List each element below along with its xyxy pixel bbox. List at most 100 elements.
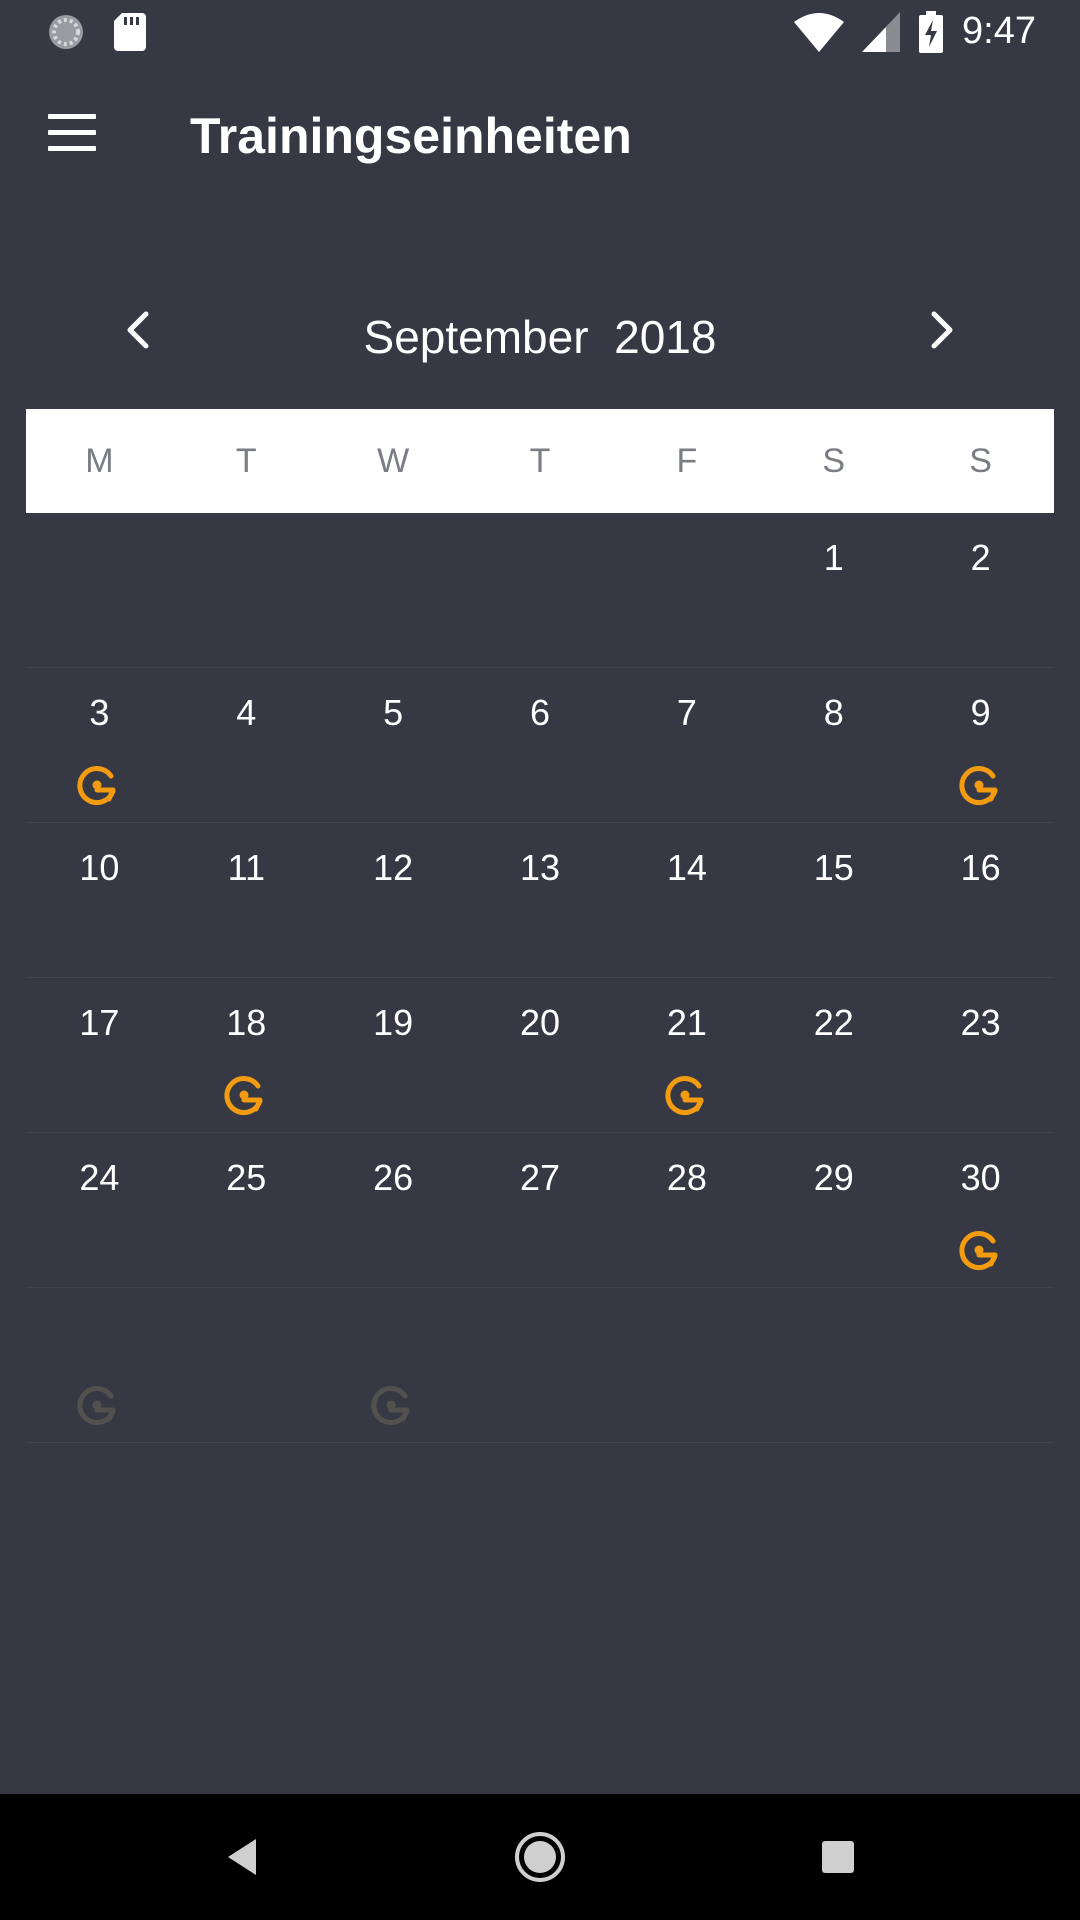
calendar-day-cell[interactable]: 15 [760,823,907,977]
workout-icon [959,1231,998,1270]
day-number: 16 [960,847,1001,888]
day-number: 22 [813,1002,854,1043]
calendar-day-cell [467,1288,614,1442]
calendar-day-cell [760,1288,907,1442]
calendar-day-cell[interactable]: 10 [26,823,173,977]
day-number: 26 [373,1157,414,1198]
calendar-day-cell[interactable]: 16 [907,823,1054,977]
year-label: 2018 [614,311,717,363]
calendar-day-cell[interactable]: 22 [760,978,907,1132]
system-nav-bar [0,1794,1080,1920]
workout-icon [77,766,116,805]
day-number: 29 [813,1157,854,1198]
calendar-week-row: 12 [26,513,1054,668]
calendar-day-cell[interactable]: 30 [907,1133,1054,1287]
calendar-day-cell[interactable]: 12 [320,823,467,977]
calendar-day-cell [173,1288,320,1442]
workout-icon-faded [371,1386,410,1425]
calendar-day-cell[interactable]: 14 [613,823,760,977]
calendar-day-cell[interactable]: 19 [320,978,467,1132]
day-number: 14 [666,847,707,888]
calendar-day-cell[interactable]: 27 [467,1133,614,1287]
calendar-day-cell[interactable]: 20 [467,978,614,1132]
calendar-day-cell[interactable]: 28 [613,1133,760,1287]
calendar-day-cell[interactable]: 26 [320,1133,467,1287]
calendar-week-row: 17 18 19 20 21 22 23 [26,978,1054,1133]
calendar-day-cell[interactable]: 17 [26,978,173,1132]
calendar-day-cell[interactable]: 13 [467,823,614,977]
day-number: 20 [519,1002,561,1043]
chevron-right-icon[interactable] [912,300,972,360]
calendar-day-cell[interactable]: 7 [613,668,760,822]
calendar-day-cell [613,1288,760,1442]
wifi-icon [794,12,845,52]
weekday-label: M [85,442,114,480]
workout-icon [224,1076,263,1115]
calendar-week-row: 3 4 5 6 7 8 9 [26,668,1054,823]
calendar-day-cell[interactable]: 1 [760,513,907,667]
day-number: 11 [227,847,265,888]
day-number: 15 [813,847,854,888]
home-icon[interactable] [512,1829,568,1885]
day-number: 3 [89,692,110,733]
weekday-label: S [822,442,846,480]
weekday-label: S [969,442,992,480]
weekday-header: M T W T F S S [26,409,1054,513]
day-number: 30 [960,1157,1001,1198]
day-number: 8 [823,692,844,733]
calendar-day-cell[interactable]: 18 [173,978,320,1132]
day-number: 12 [373,847,414,888]
calendar-day-cell [26,1288,173,1442]
calendar-day-cell[interactable]: 24 [26,1133,173,1287]
hamburger-menu-icon[interactable] [44,111,100,155]
weekday-label: W [377,442,410,480]
calendar-day-cell[interactable]: 2 [907,513,1054,667]
workout-icon [665,1076,704,1115]
recents-icon[interactable] [810,1829,866,1885]
calendar-day-cell [320,1288,467,1442]
day-number: 25 [226,1157,267,1198]
calendar-day-cell[interactable]: 9 [907,668,1054,822]
calendar-day-cell[interactable]: 8 [760,668,907,822]
day-number: 4 [236,692,257,733]
day-number: 7 [676,692,697,733]
calendar-day-cell[interactable]: 4 [173,668,320,822]
sd-card-icon [114,13,146,51]
day-number: 5 [383,692,404,733]
signal-icon [862,11,901,52]
weekday-label: T [235,442,257,480]
page-title: Trainingseinheiten [190,108,632,164]
day-number: 10 [79,847,120,888]
status-time: 9:47 [962,10,1036,52]
calendar-day-cell[interactable]: 3 [26,668,173,822]
day-number: 1 [823,537,844,578]
day-number: 21 [666,1002,707,1043]
calendar-grid: 1 2 3 4 5 6 7 8 9 10 11 12 13 14 15 16 17 18 19 20 21 22 23 24 2… [26,513,1054,1443]
calendar-day-cell [907,1288,1054,1442]
day-number: 6 [529,692,551,733]
calendar-day-cell[interactable]: 29 [760,1133,907,1287]
day-number: 24 [79,1157,120,1198]
calendar-day-cell [26,513,173,667]
workout-icon-faded [77,1386,116,1425]
weekday-label: T [529,442,551,480]
loading-icon [49,15,83,49]
calendar-week-row [26,1288,1054,1443]
back-icon[interactable] [214,1829,270,1885]
calendar-day-cell[interactable]: 11 [173,823,320,977]
calendar-week-row: 10 11 12 13 14 15 16 [26,823,1054,978]
day-number: 23 [960,1002,1001,1043]
calendar-day-cell [467,513,614,667]
status-bar: 9:47 [0,0,1080,63]
calendar-day-cell[interactable]: 23 [907,978,1054,1132]
calendar-day-cell[interactable]: 6 [467,668,614,822]
app-bar: Trainingseinheiten [0,63,1080,213]
day-number: 18 [226,1002,267,1043]
day-number: 2 [970,537,991,578]
calendar-week-row: 24 25 26 27 28 29 30 [26,1133,1054,1288]
calendar-day-cell[interactable]: 25 [173,1133,320,1287]
weekday-label: F [676,442,698,480]
day-number: 19 [373,1002,414,1043]
calendar-day-cell[interactable]: 21 [613,978,760,1132]
calendar-day-cell[interactable]: 5 [320,668,467,822]
